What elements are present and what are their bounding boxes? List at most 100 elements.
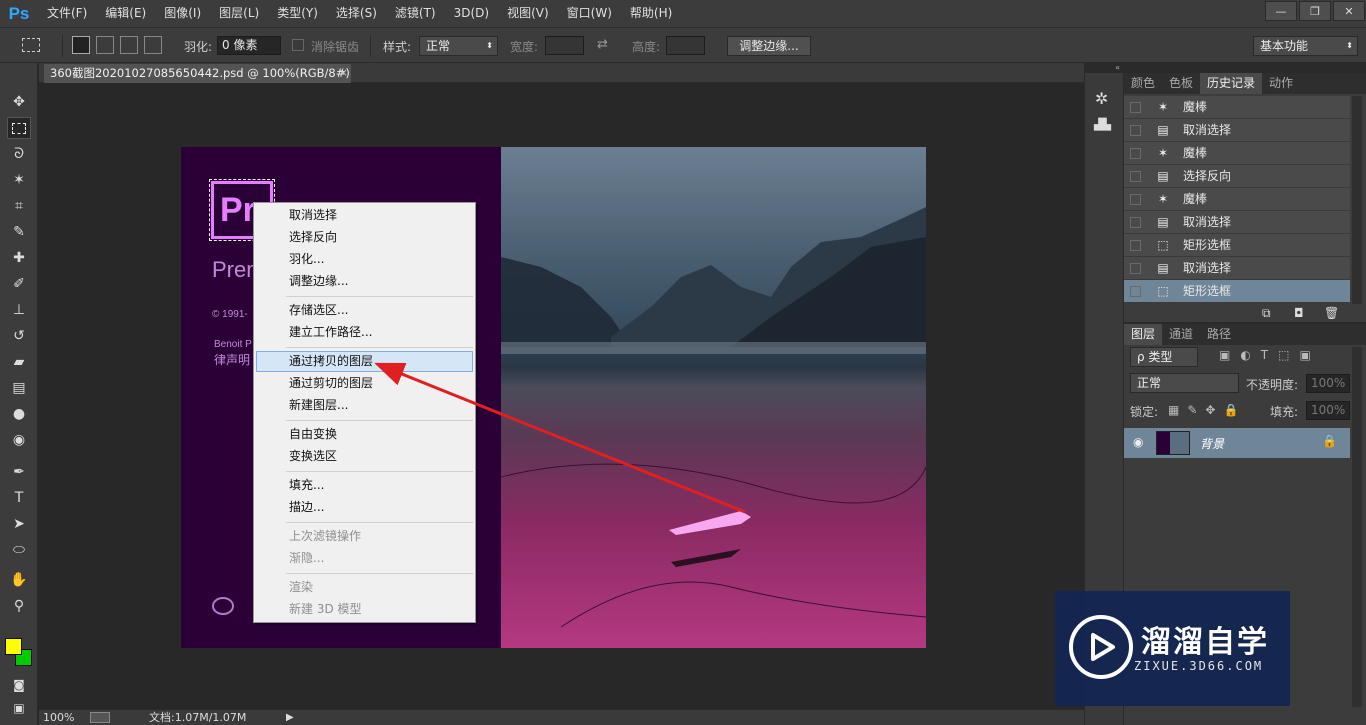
status-menu-arrow-icon[interactable]: ▶	[286, 710, 294, 725]
menu-item-stroke[interactable]: 描边...	[256, 497, 473, 518]
menu-item-free-transform[interactable]: 自由变换	[256, 424, 473, 445]
tab-history[interactable]: 历史记录	[1200, 73, 1263, 94]
history-item[interactable]: ✶ 魔棒	[1124, 142, 1350, 165]
blur-tool-icon[interactable]: ●	[7, 403, 31, 425]
refine-edge-button[interactable]: 调整边缘...	[727, 36, 811, 56]
menu-item-deselect[interactable]: 取消选择	[256, 205, 473, 226]
close-button[interactable]: ✕	[1333, 1, 1365, 21]
dodge-tool-icon[interactable]: ◉	[7, 429, 31, 451]
menu-item-layer-via-copy[interactable]: 通过拷贝的图层	[256, 351, 473, 372]
camera-icon[interactable]: ◘	[1294, 306, 1304, 320]
history-brush-checkbox[interactable]	[1130, 102, 1141, 113]
history-item-selected[interactable]: ⬚ 矩形选框	[1124, 280, 1350, 303]
lasso-tool-icon[interactable]: ᘐ	[7, 143, 31, 165]
tab-swatches[interactable]: 色板	[1162, 73, 1200, 94]
path-selection-tool-icon[interactable]: ➤	[7, 513, 31, 535]
menu-item-feather[interactable]: 羽化...	[256, 249, 473, 270]
navigator-panel-icon[interactable]: ✲	[1095, 89, 1108, 108]
menu-item-transform-selection[interactable]: 变换选区	[256, 446, 473, 467]
opacity-input[interactable]: 100%	[1306, 374, 1350, 393]
menu-layer[interactable]: 图层(L)	[210, 0, 268, 27]
menu-item-refine-edge[interactable]: 调整边缘...	[256, 271, 473, 292]
menu-item-save-selection[interactable]: 存储选区...	[256, 300, 473, 321]
zoom-level[interactable]: 100%	[43, 710, 74, 725]
new-selection-icon[interactable]	[72, 36, 90, 54]
tab-color[interactable]: 颜色	[1124, 73, 1162, 94]
eraser-tool-icon[interactable]: ▰	[7, 351, 31, 373]
intersect-selection-icon[interactable]	[144, 36, 162, 54]
history-brush-checkbox[interactable]	[1130, 263, 1141, 274]
history-item[interactable]: ▤ 选择反向	[1124, 165, 1350, 188]
layer-filter-icons[interactable]: ▣◐T⬚▣	[1219, 348, 1321, 362]
style-select[interactable]: 正常 ⬍	[419, 36, 498, 56]
menu-item-layer-via-cut[interactable]: 通过剪切的图层	[256, 373, 473, 394]
menu-view[interactable]: 视图(V)	[498, 0, 558, 27]
crop-tool-icon[interactable]: ⌗	[7, 195, 31, 217]
menu-item-fill[interactable]: 填充...	[256, 475, 473, 496]
document-tab[interactable]: 360截图20201027085650442.psd @ 100%(RGB/8#…	[44, 64, 351, 83]
marquee-preset-icon[interactable]	[22, 38, 40, 52]
tab-paths[interactable]: 路径	[1200, 324, 1238, 345]
history-item[interactable]: ✶ 魔棒	[1124, 188, 1350, 211]
menu-edit[interactable]: 编辑(E)	[96, 0, 155, 27]
layer-filter-select[interactable]: ρ 类型	[1130, 347, 1198, 367]
add-selection-icon[interactable]	[96, 36, 114, 54]
menu-item-new-layer[interactable]: 新建图层...	[256, 395, 473, 416]
swap-icon[interactable]: ⇄	[597, 37, 608, 52]
menu-3d[interactable]: 3D(D)	[445, 0, 498, 27]
healing-brush-tool-icon[interactable]: ✚	[7, 247, 31, 269]
lock-icons[interactable]: ▦✎✥🔒	[1168, 403, 1246, 417]
history-brush-checkbox[interactable]	[1130, 171, 1141, 182]
brush-tool-icon[interactable]: ✐	[7, 273, 31, 295]
height-input[interactable]	[666, 36, 705, 55]
menu-item-make-work-path[interactable]: 建立工作路径...	[256, 322, 473, 343]
fill-input[interactable]: 100%	[1306, 401, 1350, 420]
minimize-button[interactable]: —	[1265, 1, 1297, 21]
type-tool-icon[interactable]: T	[7, 487, 31, 509]
collapse-icon[interactable]: «	[1085, 63, 1124, 73]
history-brush-checkbox[interactable]	[1130, 286, 1141, 297]
workspace-select[interactable]: 基本功能 ⬍	[1253, 36, 1358, 56]
menu-filter[interactable]: 滤镜(T)	[386, 0, 445, 27]
history-brush-checkbox[interactable]	[1130, 217, 1141, 228]
quick-mask-icon[interactable]: ◙	[7, 674, 31, 696]
menu-select[interactable]: 选择(S)	[327, 0, 386, 27]
width-input[interactable]	[545, 36, 584, 55]
restore-button[interactable]: ❐	[1299, 1, 1331, 21]
zoom-tool-icon[interactable]: ⚲	[7, 595, 31, 617]
blend-mode-select[interactable]: 正常	[1130, 373, 1239, 393]
move-tool-icon[interactable]: ✥	[7, 91, 31, 113]
layers-scrollbar[interactable]	[1352, 347, 1362, 707]
trash-icon[interactable]: 🗑	[1324, 306, 1339, 320]
tab-layers[interactable]: 图层	[1124, 324, 1163, 345]
history-brush-checkbox[interactable]	[1130, 194, 1141, 205]
layer-name[interactable]: 背景	[1200, 435, 1224, 452]
history-brush-checkbox[interactable]	[1130, 148, 1141, 159]
history-item[interactable]: ▤ 取消选择	[1124, 119, 1350, 142]
ellipse-tool-icon[interactable]: ⬭	[7, 539, 31, 561]
hand-tool-icon[interactable]: ✋	[7, 569, 31, 591]
gradient-tool-icon[interactable]: ▤	[7, 377, 31, 399]
menu-help[interactable]: 帮助(H)	[621, 0, 681, 27]
antialias-checkbox[interactable]	[292, 39, 304, 51]
tab-channels[interactable]: 通道	[1162, 324, 1200, 345]
menu-window[interactable]: 窗口(W)	[558, 0, 621, 27]
layer-row-background[interactable]: ◉ 背景 🔒	[1124, 428, 1350, 458]
eyedropper-tool-icon[interactable]: ✎	[7, 221, 31, 243]
eye-icon[interactable]: ◉	[1133, 435, 1143, 449]
history-brush-checkbox[interactable]	[1130, 240, 1141, 251]
tab-actions[interactable]: 动作	[1262, 73, 1300, 94]
clone-stamp-tool-icon[interactable]: ⊥	[7, 299, 31, 321]
foreground-color-swatch[interactable]	[5, 638, 22, 655]
history-brush-tool-icon[interactable]: ↺	[7, 325, 31, 347]
history-scrollbar[interactable]	[1352, 96, 1362, 304]
history-item[interactable]: ▤ 取消选择	[1124, 211, 1350, 234]
menu-type[interactable]: 类型(Y)	[268, 0, 327, 27]
pen-tool-icon[interactable]: ✒	[7, 461, 31, 483]
close-tab-icon[interactable]: ×	[339, 64, 348, 82]
histogram-panel-icon[interactable]: ▟▙	[1094, 118, 1111, 131]
screen-mode-icon[interactable]: ▣	[7, 697, 31, 719]
new-document-from-state-icon[interactable]: ⧉	[1262, 306, 1271, 321]
menu-item-select-inverse[interactable]: 选择反向	[256, 227, 473, 248]
feather-input[interactable]: 0 像素	[217, 36, 281, 55]
